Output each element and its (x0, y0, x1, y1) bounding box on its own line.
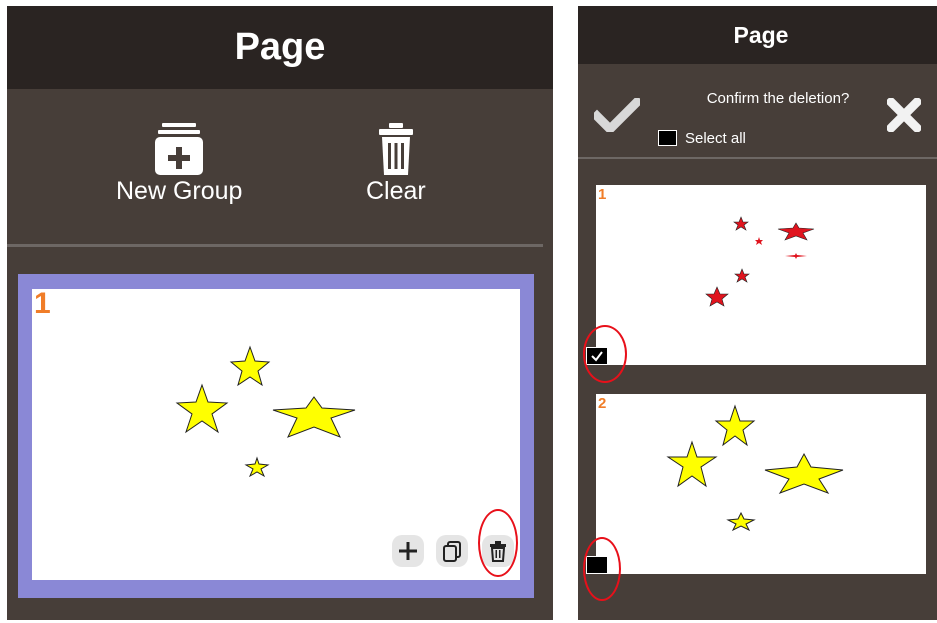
add-page-button[interactable] (392, 535, 424, 567)
new-group-label: New Group (116, 177, 243, 205)
star-shape (726, 511, 756, 532)
clear-label: Clear (366, 177, 426, 205)
divider (578, 157, 937, 159)
star-shape (666, 440, 718, 488)
star-shape (229, 345, 271, 387)
page-thumbnail[interactable]: 1 (32, 287, 520, 580)
star-shape (755, 237, 763, 245)
plus-icon (397, 540, 419, 562)
highlight-circle (583, 325, 627, 383)
star-shape (272, 396, 356, 438)
panel-title: Page (578, 6, 937, 64)
clear-button[interactable]: Clear (366, 121, 426, 206)
page-panel-left: Page New Group Clear 1 (7, 6, 553, 620)
highlight-circle (583, 537, 621, 601)
star-shape (244, 456, 270, 478)
panel-title: Page (7, 6, 553, 89)
divider (7, 244, 543, 247)
star-shape (175, 383, 229, 434)
page-thumbnail-selected[interactable]: 1 (18, 274, 534, 598)
page-thumbnail-2[interactable]: 2 (596, 394, 926, 574)
duplicate-page-button[interactable] (436, 535, 468, 567)
thumbnail-drawing (666, 404, 844, 532)
check-icon[interactable] (594, 98, 640, 132)
star-shape (733, 216, 749, 231)
star-shape (764, 452, 844, 494)
new-group-icon (154, 121, 204, 177)
star-shape (734, 268, 750, 283)
page-thumbnail-1[interactable]: 1 (596, 185, 926, 365)
select-all-checkbox[interactable] (658, 130, 677, 146)
confirm-deletion-text: Confirm the deletion? (706, 90, 850, 107)
new-group-button[interactable]: New Group (116, 121, 242, 206)
select-all-label: Select all (685, 130, 746, 147)
copy-icon (441, 540, 463, 562)
star-shape (785, 253, 807, 259)
star-shape (714, 404, 756, 447)
highlight-circle (478, 509, 518, 577)
star-shape (777, 222, 815, 241)
page-panel-right: Page Confirm the deletion? Select all 1 … (578, 6, 937, 620)
thumbnail-drawing (705, 216, 815, 307)
close-icon[interactable] (887, 98, 921, 132)
star-shape (705, 286, 729, 307)
trash-icon (378, 121, 414, 177)
